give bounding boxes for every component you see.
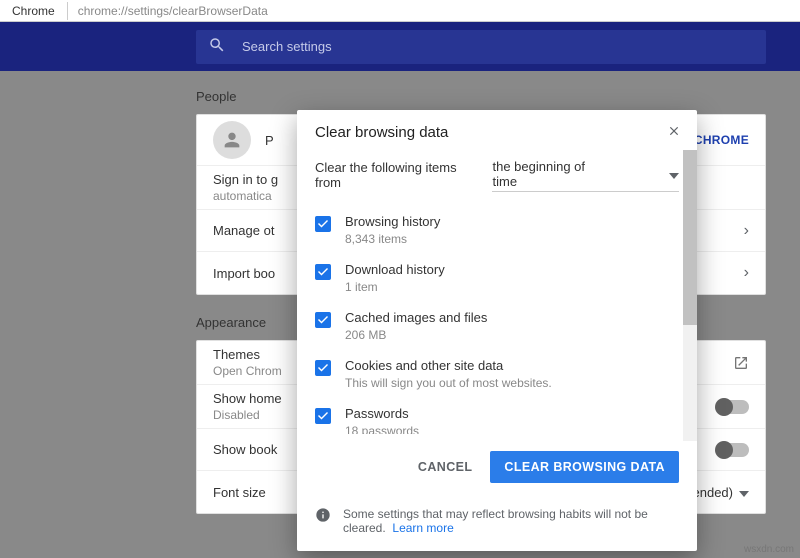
chevron-right-icon: › <box>744 264 749 282</box>
dialog-title: Clear browsing data <box>315 124 667 141</box>
checkbox-checked-icon[interactable] <box>315 312 331 328</box>
import-label: Import boo <box>213 266 275 281</box>
checkbox-checked-icon[interactable] <box>315 408 331 424</box>
learn-more-link[interactable]: Learn more <box>392 521 453 535</box>
option-browsing-history[interactable]: Browsing history 8,343 items <box>315 206 679 254</box>
checkbox-checked-icon[interactable] <box>315 360 331 376</box>
dialog-scrollbar[interactable] <box>683 150 697 441</box>
dialog-body: Clear the following items from the begin… <box>297 151 697 438</box>
manage-people-label: Manage ot <box>213 223 274 238</box>
info-icon <box>315 507 331 526</box>
dialog-footer: Some settings that may reflect browsing … <box>297 495 697 551</box>
cancel-button[interactable]: CANCEL <box>414 451 476 483</box>
option-passwords[interactable]: Passwords 18 passwords <box>315 398 679 434</box>
show-bookmarks-label: Show book <box>213 442 277 457</box>
option-label: Cached images and files <box>345 310 487 325</box>
clear-browsing-data-dialog: Clear browsing data Clear the following … <box>297 110 697 551</box>
option-label: Passwords <box>345 406 419 421</box>
time-range-row: Clear the following items from the begin… <box>315 151 679 206</box>
search-settings-input[interactable]: Search settings <box>196 30 766 64</box>
option-sublabel: 8,343 items <box>345 232 440 246</box>
option-sublabel: 206 MB <box>345 328 487 342</box>
checkbox-checked-icon[interactable] <box>315 216 331 232</box>
clear-browsing-data-button[interactable]: CLEAR BROWSING DATA <box>490 451 679 483</box>
open-external-icon <box>733 355 749 371</box>
search-icon <box>208 36 242 57</box>
option-cached-files[interactable]: Cached images and files 206 MB <box>315 302 679 350</box>
browser-name: Chrome <box>0 2 68 20</box>
show-bookmarks-toggle[interactable] <box>717 443 749 457</box>
close-icon[interactable] <box>667 124 681 141</box>
option-label: Cookies and other site data <box>345 358 552 373</box>
settings-topbar: Search settings <box>0 22 800 71</box>
checkbox-checked-icon[interactable] <box>315 264 331 280</box>
chevron-right-icon: › <box>744 222 749 240</box>
address-url: chrome://settings/clearBrowserData <box>68 2 278 20</box>
option-sublabel: 1 item <box>345 280 445 294</box>
option-label: Browsing history <box>345 214 440 229</box>
show-home-label: Show home <box>213 391 282 406</box>
avatar <box>213 121 251 159</box>
window-tab-bar: Chrome chrome://settings/clearBrowserDat… <box>0 0 800 22</box>
watermark: wsxdn.com <box>744 544 794 555</box>
dialog-header: Clear browsing data <box>297 110 697 151</box>
show-home-toggle[interactable] <box>717 400 749 414</box>
scrollbar-thumb[interactable] <box>683 150 697 325</box>
sync-label: Sign in to g <box>213 172 278 187</box>
section-people-title: People <box>196 89 800 104</box>
option-sublabel: This will sign you out of most websites. <box>345 376 552 390</box>
time-range-value: the beginning of time <box>492 159 609 189</box>
option-sublabel: 18 passwords <box>345 424 419 434</box>
themes-sublabel: Open Chrom <box>213 364 282 378</box>
search-placeholder: Search settings <box>242 39 332 54</box>
option-cookies[interactable]: Cookies and other site data This will si… <box>315 350 679 398</box>
chevron-down-icon <box>739 485 749 500</box>
time-range-select[interactable]: the beginning of time <box>492 157 679 192</box>
sync-sublabel: automatica <box>213 189 278 203</box>
show-home-sub: Disabled <box>213 408 282 422</box>
font-size-label: Font size <box>213 485 266 500</box>
option-download-history[interactable]: Download history 1 item <box>315 254 679 302</box>
dialog-actions: CANCEL CLEAR BROWSING DATA <box>297 438 697 495</box>
chevron-down-icon <box>669 167 679 182</box>
profile-name: P <box>265 133 274 148</box>
themes-label: Themes <box>213 347 282 362</box>
option-label: Download history <box>345 262 445 277</box>
time-range-label: Clear the following items from <box>315 160 482 190</box>
